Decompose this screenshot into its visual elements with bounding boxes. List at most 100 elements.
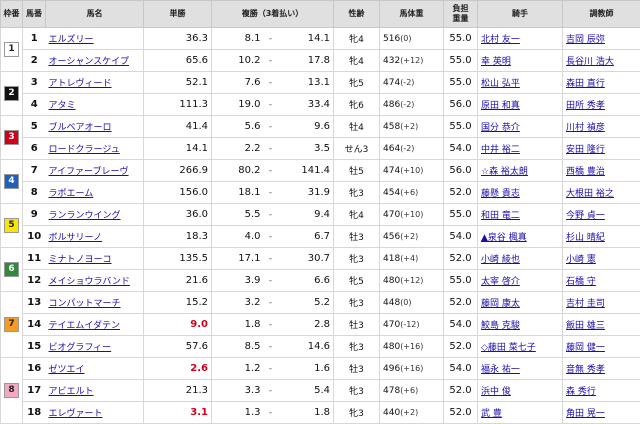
horse-name-link[interactable]: ロードクラージュ	[49, 145, 120, 155]
trainer-link[interactable]: 川村 禎彦	[566, 123, 605, 133]
place-odds-min: 5.6	[212, 116, 264, 138]
jockey-link[interactable]: 中井 裕二	[481, 145, 520, 155]
horse-name-link[interactable]: アトレヴィード	[49, 79, 112, 89]
horse-number: 12	[23, 270, 46, 292]
horse-name-cell: テイエムイダテン	[46, 314, 144, 336]
waku-badge: 6	[4, 262, 19, 277]
jockey-link[interactable]: 松山 弘平	[481, 79, 520, 89]
sex-age: せん3	[334, 138, 380, 160]
sex-age: 牝3	[334, 380, 380, 402]
waku-cell: 1	[1, 28, 23, 72]
horse-name-link[interactable]: アイファーブレーヴ	[49, 167, 129, 177]
horse-name-link[interactable]: ゼツエイ	[49, 365, 85, 375]
trainer-link[interactable]: 森 秀行	[566, 387, 596, 397]
trainer-link[interactable]: 森田 直行	[566, 79, 605, 89]
jockey-link[interactable]: 武 豊	[481, 409, 502, 419]
trainer-link[interactable]: 飯田 雄三	[566, 321, 605, 331]
place-odds-separator: -	[264, 28, 278, 50]
jockey-link[interactable]: 藤懸 貴志	[481, 189, 520, 199]
weight-diff: (+2)	[400, 232, 418, 241]
horse-name-link[interactable]: ビオグラフィー	[49, 343, 112, 353]
jockey-link[interactable]: ▲泉谷 楓真	[481, 233, 527, 243]
trainer-link[interactable]: 吉村 圭司	[566, 299, 605, 309]
horse-weight-cell: 440(+2)	[380, 402, 444, 424]
jockey-link[interactable]: 和田 竜二	[481, 211, 520, 221]
jockey-link[interactable]: 原田 和真	[481, 101, 520, 111]
jockey-link[interactable]: ◇藤田 菜七子	[481, 343, 536, 353]
jockey-cell: 幸 英明	[478, 50, 563, 72]
trainer-link[interactable]: 長谷川 浩大	[566, 57, 614, 67]
trainer-link[interactable]: 安田 隆行	[566, 145, 605, 155]
place-odds-min: 1.3	[212, 402, 264, 424]
horse-weight: 454	[383, 188, 400, 198]
win-odds: 9.0	[144, 314, 212, 336]
header-uma: 馬番	[23, 1, 46, 28]
place-odds-max: 3.5	[278, 138, 334, 160]
win-odds: 15.2	[144, 292, 212, 314]
horse-name-cell: ボルサリーノ	[46, 226, 144, 248]
place-odds-min: 80.2	[212, 160, 264, 182]
horse-name-link[interactable]: オーシャンスケイプ	[49, 57, 129, 67]
table-row: 18エレヴァート3.11.3-1.8牝3440(+2)52.0武 豊角田 晃一	[1, 402, 640, 424]
horse-name-link[interactable]: ラポエーム	[49, 189, 94, 199]
horse-name-link[interactable]: ランランウイング	[49, 211, 121, 221]
horse-name-link[interactable]: エレヴァート	[49, 409, 103, 419]
trainer-link[interactable]: 杉山 晴紀	[566, 233, 605, 243]
jockey-link[interactable]: 藤岡 康太	[481, 299, 520, 309]
carried-weight: 55.0	[444, 116, 478, 138]
jockey-link[interactable]: 太宰 啓介	[481, 277, 520, 287]
jockey-link[interactable]: 小崎 綾也	[481, 255, 520, 265]
horse-name-link[interactable]: ブルベアオーロ	[49, 123, 112, 133]
trainer-cell: 森田 直行	[563, 72, 640, 94]
carried-weight: 55.0	[444, 204, 478, 226]
jockey-link[interactable]: 北村 友一	[481, 35, 520, 45]
trainer-cell: 大根田 裕之	[563, 182, 640, 204]
place-odds-separator: -	[264, 314, 278, 336]
horse-name-link[interactable]: ミナトノヨーコ	[49, 255, 112, 265]
horse-name-link[interactable]: コンパットマーチ	[49, 299, 121, 309]
table-row: 35ブルベアオーロ41.45.6-9.6牡4458(+2)55.0国分 恭介川村…	[1, 116, 640, 138]
header-row: 枠番 馬番 馬名 単勝 複勝（3着払い） 性齢 馬体重 負担 重量 騎手 調教師	[1, 1, 640, 28]
horse-weight: 480	[383, 342, 400, 352]
horse-weight-cell: 486(-2)	[380, 94, 444, 116]
trainer-link[interactable]: 藤岡 健一	[566, 343, 605, 353]
horse-number: 8	[23, 182, 46, 204]
trainer-link[interactable]: 音無 秀孝	[566, 365, 605, 375]
horse-number: 3	[23, 72, 46, 94]
horse-name-link[interactable]: メイショウラバンド	[49, 277, 130, 287]
horse-weight: 440	[383, 408, 400, 418]
trainer-link[interactable]: 田所 秀孝	[566, 101, 605, 111]
jockey-link[interactable]: ☆森 裕太朗	[481, 167, 528, 177]
horse-name-link[interactable]: ボルサリーノ	[49, 233, 102, 243]
trainer-link[interactable]: 西橋 豊治	[566, 167, 605, 177]
jockey-link[interactable]: 鮫島 克駿	[481, 321, 520, 331]
carried-weight: 55.0	[444, 72, 478, 94]
horse-name-link[interactable]: アビエルト	[49, 387, 94, 397]
trainer-cell: 吉村 圭司	[563, 292, 640, 314]
horse-name-link[interactable]: テイエムイダテン	[49, 321, 121, 331]
trainer-link[interactable]: 角田 晃一	[566, 409, 605, 419]
trainer-link[interactable]: 今野 貞一	[566, 211, 605, 221]
carried-weight: 55.0	[444, 28, 478, 50]
place-odds-max: 13.1	[278, 72, 334, 94]
trainer-cell: 角田 晃一	[563, 402, 640, 424]
jockey-link[interactable]: 国分 恭介	[481, 123, 520, 133]
horse-name-link[interactable]: アタミ	[49, 101, 76, 111]
trainer-link[interactable]: 小崎 憲	[566, 255, 596, 265]
horse-weight-cell: 454(+6)	[380, 182, 444, 204]
header-waku: 枠番	[1, 1, 23, 28]
trainer-cell: 小崎 憲	[563, 248, 640, 270]
waku-badge: 4	[4, 174, 19, 189]
horse-weight-cell: 432(+12)	[380, 50, 444, 72]
jockey-link[interactable]: 福永 祐一	[481, 365, 520, 375]
horse-number: 6	[23, 138, 46, 160]
trainer-link[interactable]: 吉岡 辰弥	[566, 35, 605, 45]
horse-name-link[interactable]: エルズリー	[49, 35, 94, 45]
carried-weight: 54.0	[444, 358, 478, 380]
table-row: 10ボルサリーノ18.34.0-6.7牡3456(+2)54.0▲泉谷 楓真杉山…	[1, 226, 640, 248]
trainer-link[interactable]: 石橋 守	[566, 277, 596, 287]
trainer-link[interactable]: 大根田 裕之	[566, 189, 614, 199]
jockey-link[interactable]: 幸 英明	[481, 57, 511, 67]
trainer-cell: 長谷川 浩大	[563, 50, 640, 72]
jockey-link[interactable]: 浜中 俊	[481, 387, 511, 397]
